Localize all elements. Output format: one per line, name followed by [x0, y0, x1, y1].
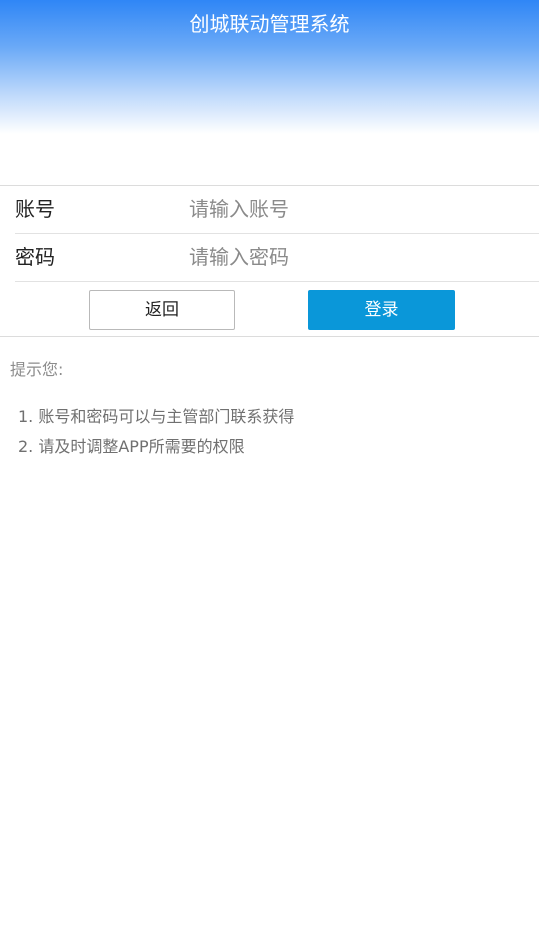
password-input[interactable] [189, 240, 519, 274]
account-label: 账号 [15, 197, 55, 221]
login-form: 账号 密码 返回 登录 [0, 185, 539, 337]
login-page: 创城联动管理系统 账号 密码 返回 登录 提示您: 1. 账号和密码可以与主管部… [0, 0, 539, 944]
app-title: 创城联动管理系统 [189, 12, 350, 36]
password-label: 密码 [15, 245, 55, 269]
login-button[interactable]: 登录 [308, 290, 455, 330]
tip-item: 2. 请及时调整APP所需要的权限 [18, 437, 245, 456]
back-button[interactable]: 返回 [89, 290, 235, 330]
header-bar: 创城联动管理系统 [0, 0, 539, 134]
tips-list: 1. 账号和密码可以与主管部门联系获得 2. 请及时调整APP所需要的权限 [10, 402, 530, 462]
password-row: 密码 [15, 234, 539, 282]
tips-section: 提示您: 1. 账号和密码可以与主管部门联系获得 2. 请及时调整APP所需要的… [10, 358, 530, 462]
tip-item: 1. 账号和密码可以与主管部门联系获得 [18, 407, 295, 426]
tips-title: 提示您: [10, 360, 64, 379]
account-row: 账号 [15, 186, 539, 234]
account-input[interactable] [189, 192, 519, 226]
